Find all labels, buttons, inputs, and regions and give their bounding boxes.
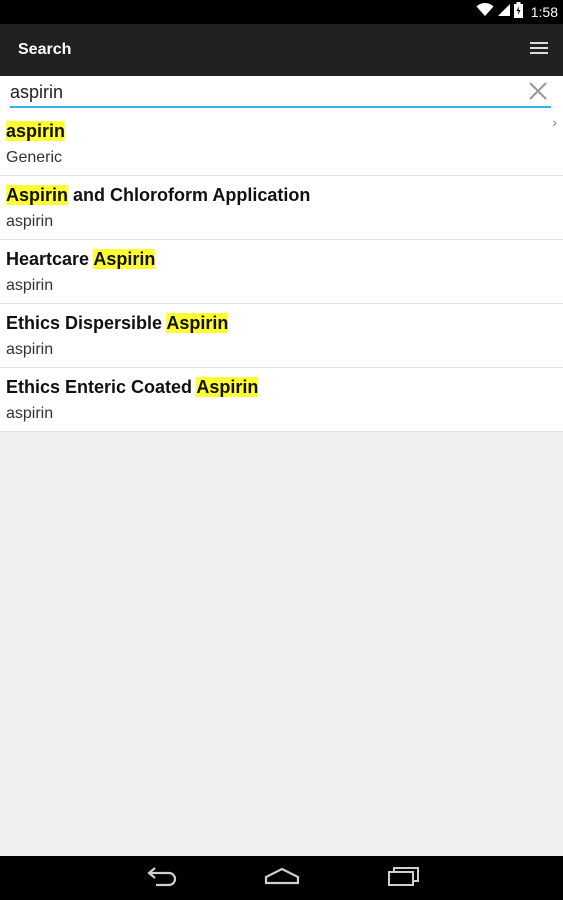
title-text: Ethics Dispersible	[6, 313, 167, 333]
back-icon	[145, 865, 179, 892]
result-item[interactable]: Aspirin and Chloroform Application aspir…	[0, 176, 563, 240]
result-subtitle: aspirin	[6, 405, 54, 422]
search-underline	[10, 106, 551, 108]
result-subtitle: aspirin	[6, 341, 54, 358]
overflow-menu-icon	[530, 41, 548, 60]
home-button[interactable]	[262, 862, 302, 894]
result-item[interactable]: Heartcare Aspirin aspirin	[0, 240, 563, 304]
result-item[interactable]: aspirin Generic ›	[0, 112, 563, 176]
signal-icon	[497, 3, 510, 22]
recents-button[interactable]	[383, 862, 423, 894]
battery-icon	[513, 1, 523, 23]
title-highlight: Aspirin	[6, 185, 69, 205]
results-list: aspirin Generic › Aspirin and Chloroform…	[0, 112, 563, 432]
status-time: 1:58	[530, 4, 558, 20]
search-bar	[0, 76, 563, 112]
status-icons: 1:58	[476, 0, 558, 24]
result-subtitle: aspirin	[6, 277, 54, 294]
title-highlight: Aspirin	[166, 313, 229, 333]
navigation-bar	[0, 856, 563, 900]
title-text: Ethics Enteric Coated	[6, 377, 197, 397]
result-subtitle: aspirin	[6, 213, 54, 230]
title-highlight: Aspirin	[93, 249, 156, 269]
clear-search-button[interactable]	[525, 80, 551, 106]
result-subtitle: Generic	[6, 149, 63, 166]
title-highlight: Aspirin	[196, 377, 259, 397]
result-item[interactable]: Ethics Enteric Coated Aspirin aspirin	[0, 368, 563, 432]
title-text: Heartcare	[6, 249, 94, 269]
result-title: Ethics Dispersible Aspirin	[6, 313, 229, 334]
result-title: Heartcare Aspirin	[6, 249, 156, 270]
result-title: Aspirin and Chloroform Application	[6, 185, 310, 206]
result-title: aspirin	[6, 121, 66, 142]
home-icon	[264, 866, 300, 891]
back-button[interactable]	[142, 862, 182, 894]
recents-icon	[386, 866, 420, 891]
overflow-menu-button[interactable]	[527, 38, 551, 62]
wifi-icon	[476, 2, 494, 22]
action-bar: Search	[0, 24, 563, 76]
search-input[interactable]	[10, 80, 510, 104]
result-item[interactable]: Ethics Dispersible Aspirin aspirin	[0, 304, 563, 368]
result-title: Ethics Enteric Coated Aspirin	[6, 377, 259, 398]
chevron-right-icon: ›	[552, 114, 557, 130]
status-bar: 1:58	[0, 0, 563, 24]
title-text: and Chloroform Application	[68, 185, 311, 205]
page-title: Search	[18, 41, 72, 58]
close-icon	[528, 81, 548, 106]
title-highlight: aspirin	[6, 121, 66, 141]
